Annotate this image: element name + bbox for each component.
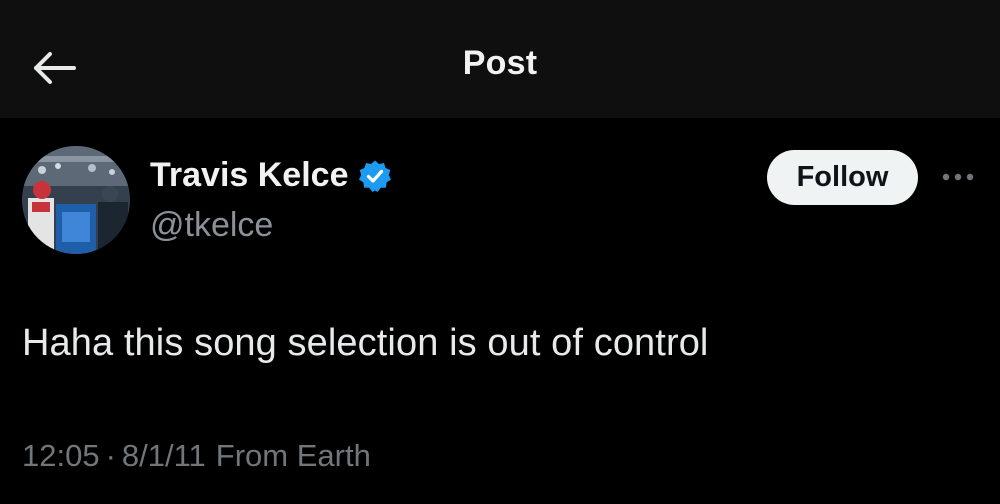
more-horizontal-icon bbox=[942, 173, 974, 181]
post-location: From Earth bbox=[215, 438, 371, 473]
avatar-photo bbox=[22, 146, 130, 254]
post-metadata: 12:05 · 8/1/11 From Earth bbox=[22, 438, 371, 474]
author-name-row[interactable]: Travis Kelce bbox=[150, 156, 392, 195]
meta-separator: · bbox=[105, 438, 116, 473]
page-title: Post bbox=[462, 44, 538, 82]
avatar[interactable] bbox=[22, 146, 130, 254]
top-bar: Post bbox=[0, 0, 1000, 118]
more-options-button[interactable] bbox=[938, 164, 978, 190]
post-detail: Travis Kelce @tkelce Follow Haha this so… bbox=[0, 118, 1000, 504]
post-time[interactable]: 12:05 bbox=[22, 438, 100, 474]
post-text: Haha this song selection is out of contr… bbox=[22, 322, 709, 364]
post-date[interactable]: 8/1/11 bbox=[122, 438, 206, 474]
author-handle[interactable]: @tkelce bbox=[150, 206, 273, 245]
author-name: Travis Kelce bbox=[150, 156, 349, 194]
verified-badge-icon bbox=[358, 159, 392, 193]
follow-button[interactable]: Follow bbox=[767, 150, 918, 205]
